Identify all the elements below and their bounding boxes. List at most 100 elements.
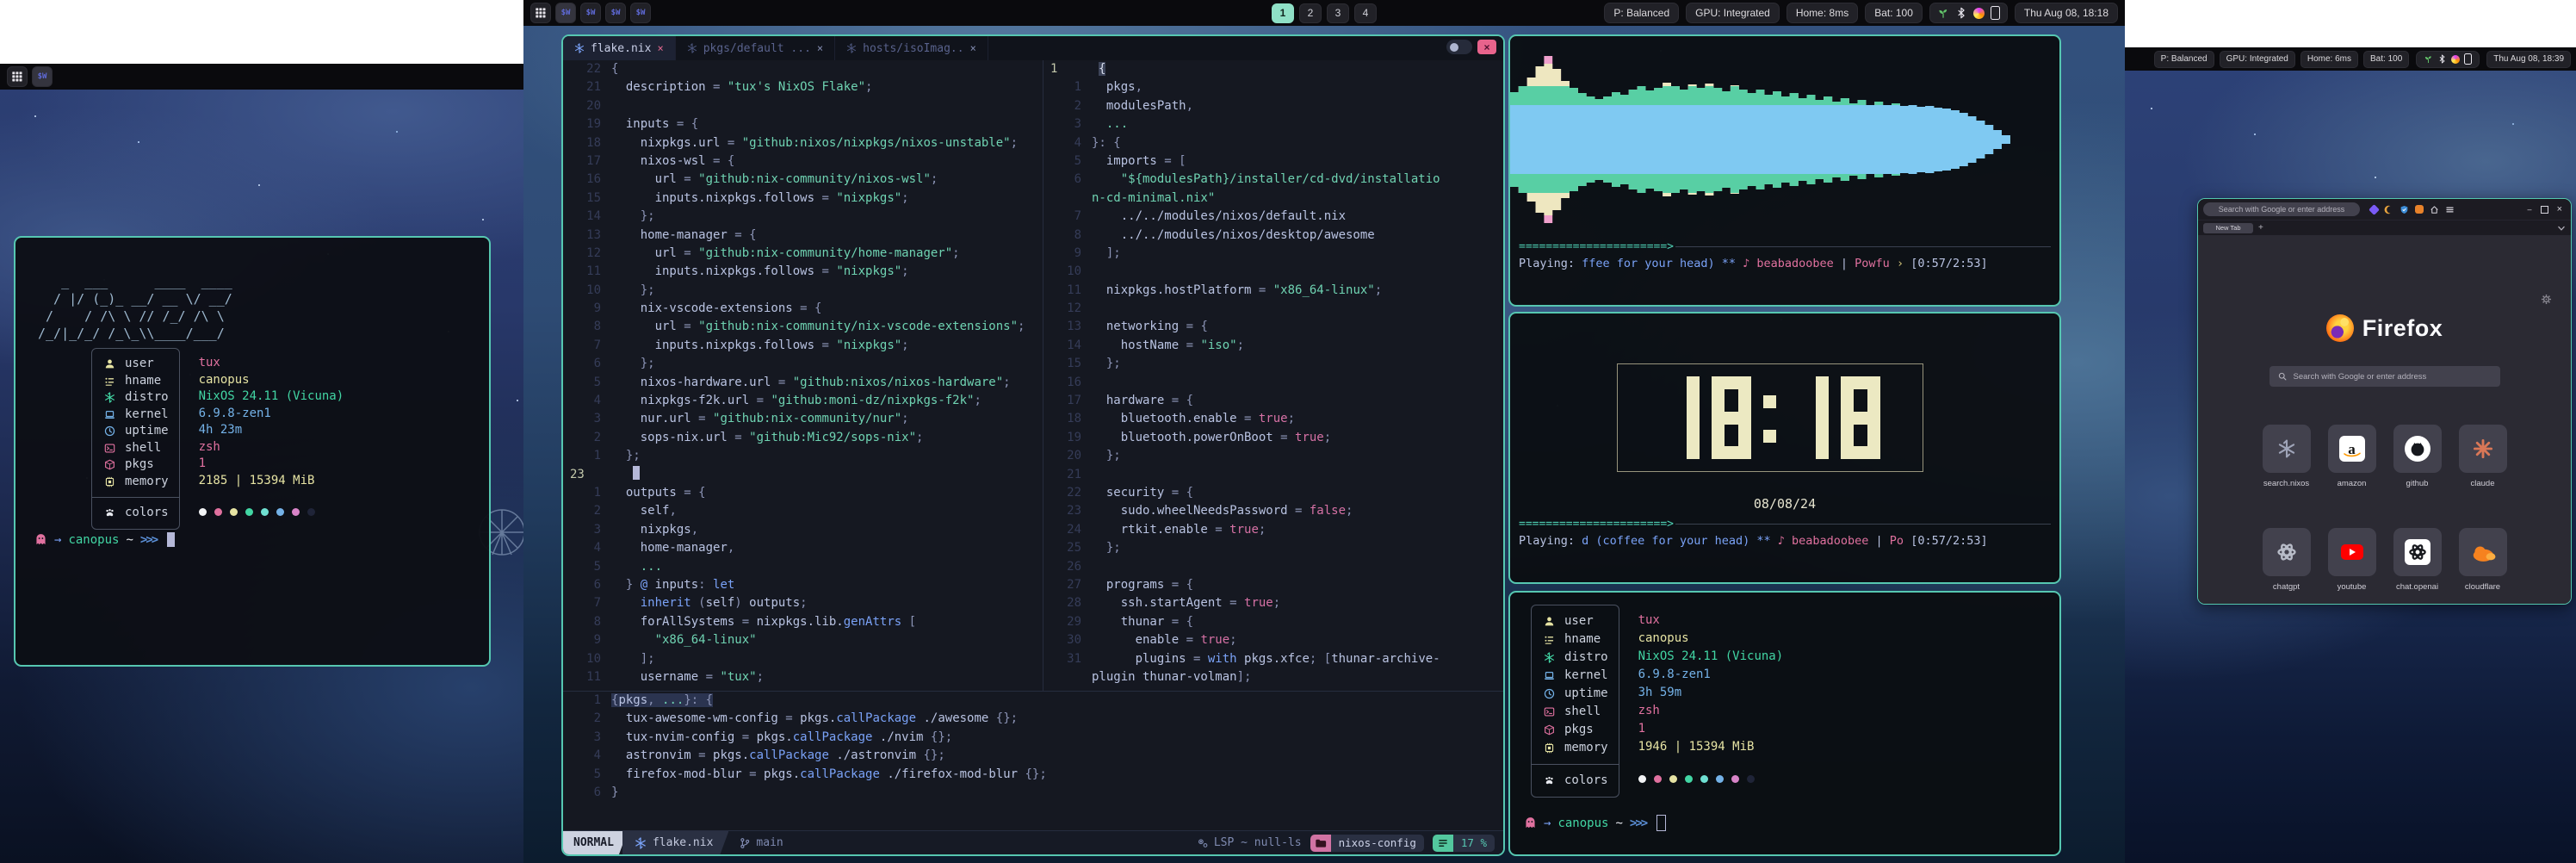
color-profile-icon	[2451, 55, 2460, 64]
buffer-tabline: flake.nix×pkgs/default ...×hosts/isoImag…	[563, 36, 1503, 60]
monitor-main: $W$W$W$W 1234 P: BalancedGPU: Integrated…	[523, 0, 2125, 863]
gears-icon	[1197, 837, 1209, 849]
youtube-icon	[2328, 528, 2376, 576]
tab-new-tab[interactable]: New Tab	[2203, 223, 2253, 233]
top-site-cloudflare[interactable]: cloudflare	[2459, 528, 2507, 605]
firefox-toolbar: Search with Google or enter address – ×	[2198, 199, 2571, 220]
tab-hosts-isoImag-[interactable]: hosts/isoImag..×	[835, 36, 988, 60]
palette-icon	[102, 507, 116, 518]
newtab-search-input[interactable]: Search with Google or enter address	[2269, 366, 2500, 387]
terminal-color-dot	[261, 508, 269, 516]
clock-chip[interactable]: Thu Aug 08, 18:39	[2486, 51, 2571, 68]
terminal-cursor	[1656, 815, 1666, 831]
client-chip[interactable]: $W	[630, 3, 651, 23]
close-buffer-button[interactable]: ×	[1477, 40, 1496, 54]
music-visualizer-window[interactable]: ======================> Playing: ffee fo…	[1508, 34, 2061, 307]
close-tab-icon[interactable]: ×	[657, 42, 663, 54]
toggle-button[interactable]	[1446, 40, 1472, 54]
lines-icon	[1437, 837, 1449, 849]
window-maximize-button[interactable]	[2541, 206, 2548, 214]
status-chip[interactable]: GPU: Integrated	[1686, 3, 1780, 23]
track-progress: ======================>	[1519, 240, 2051, 253]
firefox-newtab-page: Firefox Search with Google or enter addr…	[2198, 235, 2571, 605]
window-close-button[interactable]: ×	[2557, 204, 2562, 214]
personalize-gear-icon[interactable]	[2541, 294, 2552, 305]
tab-flake-nix[interactable]: flake.nix×	[563, 36, 676, 60]
close-tab-icon[interactable]: ×	[970, 42, 976, 54]
tab-pkgs-default-[interactable]: pkgs/default ...×	[676, 36, 835, 60]
editor-pane-iso[interactable]: 1{1 pkgs,2 modulesPath,3 ...4}: {5 impor…	[1043, 60, 1502, 691]
editor-pane-pkgs[interactable]: 1{pkgs, ...}: {2 tux-awesome-wm-config =…	[563, 692, 1503, 831]
color-profile-icon	[1973, 8, 1985, 19]
app-menu-icon[interactable]	[2445, 205, 2455, 214]
close-tab-icon[interactable]: ×	[817, 42, 823, 54]
app-launcher-button[interactable]	[530, 3, 551, 23]
terminal-color-dot	[307, 508, 315, 516]
client-chip[interactable]: $W	[555, 3, 576, 23]
status-chip[interactable]: GPU: Integrated	[2220, 51, 2295, 68]
new-tab-button[interactable]: +	[2258, 223, 2263, 233]
system-tray[interactable]	[2416, 51, 2480, 68]
digital-clock	[1617, 363, 1923, 472]
amazon-icon: a	[2328, 425, 2376, 473]
neovim-window[interactable]: flake.nix×pkgs/default ...×hosts/isoImag…	[561, 34, 1505, 856]
window-minimize-button[interactable]: –	[2528, 205, 2532, 214]
workspace-1[interactable]: 1	[1272, 3, 1294, 23]
top-site-search.nixos[interactable]: search.nixos	[2263, 425, 2311, 528]
git-branch: main	[739, 836, 783, 849]
terminal-color-dot	[276, 508, 284, 516]
url-bar[interactable]: Search with Google or enter address	[2203, 202, 2360, 216]
tty-clock-window[interactable]: 08/08/24 ======================> Playing…	[1508, 312, 2061, 584]
client-chip[interactable]: $W	[605, 3, 626, 23]
top-site-github[interactable]: github	[2393, 425, 2442, 528]
memory-icon	[102, 476, 116, 487]
tab-list-chevron[interactable]	[2557, 224, 2566, 233]
ghost-icon	[34, 533, 47, 546]
workspace-4[interactable]: 4	[1354, 3, 1377, 23]
workspace-3[interactable]: 3	[1327, 3, 1349, 23]
shell-prompt[interactable]: → canopus ~ >>>	[1524, 815, 1666, 831]
shell-prompt[interactable]: → canopus ~ >>>	[34, 532, 175, 547]
git-branch-icon	[739, 837, 751, 849]
extension-bitwarden-icon[interactable]	[2400, 205, 2409, 214]
fetch-terminal-right[interactable]: userhnamedistrokerneluptimeshellpkgsmemo…	[1508, 591, 2061, 856]
extensions-house-icon[interactable]	[2430, 205, 2439, 214]
workspace-2[interactable]: 2	[1299, 3, 1322, 23]
extension-night-icon[interactable]	[2384, 205, 2393, 214]
chat.openai-icon	[2393, 528, 2442, 576]
client-chip[interactable]: $W	[32, 66, 53, 87]
extension-orange-icon[interactable]	[2415, 205, 2424, 214]
terminal-color-dot	[230, 508, 238, 516]
system-tray[interactable]	[1929, 3, 2008, 23]
status-chip[interactable]: Bat: 100	[2363, 51, 2409, 68]
status-chip[interactable]: Bat: 100	[1865, 3, 1923, 23]
top-site-chatgpt[interactable]: chatgpt	[2263, 528, 2311, 605]
fetch-terminal-left[interactable]: _ ___ ____ ____ / |/ (_)_ __/ __ \/ __/ …	[14, 236, 491, 667]
shell-icon	[102, 443, 116, 454]
client-chip[interactable]: $W	[580, 3, 601, 23]
terminal-color-dot	[214, 508, 222, 516]
firefox-window[interactable]: Search with Google or enter address – × …	[2197, 198, 2572, 605]
search.nixos-icon	[2263, 425, 2311, 473]
top-site-youtube[interactable]: youtube	[2328, 528, 2376, 605]
status-chip[interactable]: P: Balanced	[1604, 3, 1679, 23]
clock-chip[interactable]: Thu Aug 08, 18:18	[2015, 3, 2118, 23]
right-statusbar: P: Balanced GPU: Integrated Home: 6ms Bat: …	[2125, 47, 2576, 71]
fetch-info-box: userhnamedistrokerneluptimeshellpkgsmemo…	[1531, 605, 1619, 798]
statusline-file: flake.nix	[622, 831, 728, 854]
nix-file-icon	[574, 43, 585, 53]
terminal-color-dot	[292, 508, 300, 516]
position-chip: 17 %	[1433, 835, 1495, 852]
extension-darkreader-icon[interactable]	[2370, 206, 2378, 214]
top-site-claude[interactable]: claude	[2459, 425, 2507, 528]
pkgs-icon	[102, 459, 116, 470]
phone-icon	[2464, 53, 2472, 65]
app-launcher-button[interactable]	[7, 66, 28, 87]
editor-pane-flake[interactable]: 22{21 description = "tux's NixOS Flake";…	[563, 60, 1043, 691]
top-site-amazon[interactable]: aamazon	[2328, 425, 2376, 528]
top-site-chat.openai[interactable]: chat.openai	[2393, 528, 2442, 605]
status-chip[interactable]: Home: 8ms	[1786, 3, 1858, 23]
status-chip[interactable]: P: Balanced	[2154, 51, 2214, 68]
status-chip[interactable]: Home: 6ms	[2300, 51, 2358, 68]
network-plant-icon	[1937, 7, 1949, 19]
